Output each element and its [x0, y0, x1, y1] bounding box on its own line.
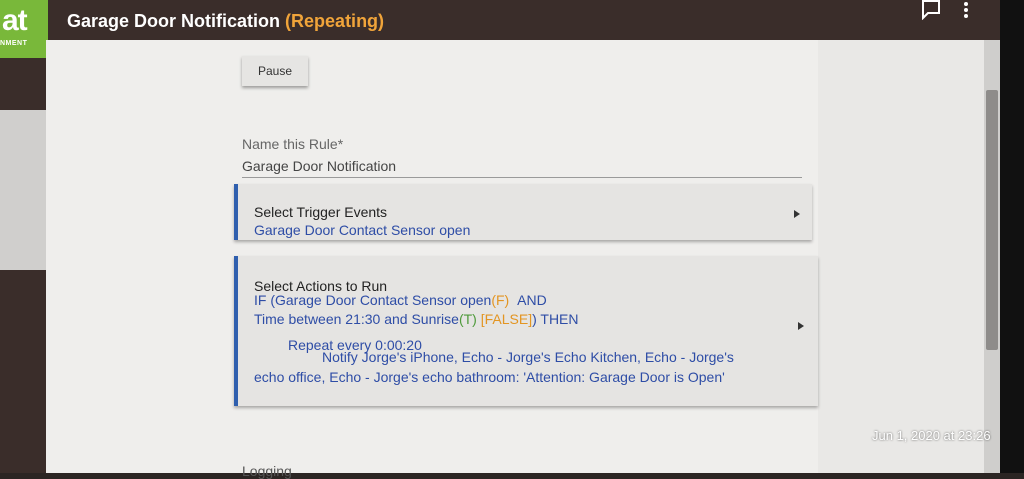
- rule-name-underline: [242, 177, 802, 178]
- rule-name-input[interactable]: Garage Door Notification: [242, 158, 396, 174]
- and-text: AND: [517, 292, 547, 308]
- trigger-events-card[interactable]: Select Trigger Events Garage Door Contac…: [234, 184, 812, 240]
- logo: at NMENT: [0, 0, 48, 58]
- logo-text: at: [2, 4, 28, 37]
- actions-line-notify: Notify Jorge's iPhone, Echo - Jorge's Ec…: [322, 349, 734, 365]
- scrollbar[interactable]: [984, 40, 1000, 473]
- rule-name-label: Name this Rule*: [242, 136, 344, 152]
- chevron-right-icon[interactable]: [798, 322, 804, 330]
- trigger-events-title: Select Trigger Events: [254, 204, 388, 220]
- comment-icon[interactable]: [920, 0, 942, 21]
- sidebar-panel: [0, 110, 46, 270]
- screen-edge: [1000, 0, 1024, 473]
- pause-button[interactable]: Pause: [242, 56, 308, 86]
- actions-card[interactable]: Select Actions to Run IF (Garage Door Co…: [234, 256, 818, 406]
- time-condition-text: Time between 21:30 and Sunrise: [254, 311, 459, 327]
- more-vert-icon[interactable]: [956, 0, 978, 20]
- logging-label: Logging: [242, 463, 292, 479]
- trigger-events-value: Garage Door Contact Sensor open: [254, 222, 471, 238]
- false-flag: (F): [491, 292, 510, 308]
- logo-subtext: NMENT: [0, 40, 28, 47]
- rule-name-title: Garage Door Notification: [67, 11, 281, 31]
- chevron-right-icon[interactable]: [794, 210, 800, 218]
- then-text: ) THEN: [532, 311, 579, 327]
- rule-status-tag: (Repeating): [285, 11, 385, 31]
- right-gutter: [818, 40, 984, 473]
- actions-line-if: IF (Garage Door Contact Sensor open(F) A…: [254, 292, 547, 308]
- photo-timestamp: Jun 1, 2020 at 23:26: [872, 428, 991, 443]
- false-status: [FALSE]: [480, 311, 533, 327]
- sidebar-edge: [0, 58, 46, 473]
- actions-line-notify-cont: echo office, Echo - Jorge's echo bathroo…: [254, 369, 725, 385]
- true-flag: (T): [458, 311, 477, 327]
- page-title: Garage Door Notification (Repeating): [67, 11, 384, 32]
- app-header: Garage Door Notification (Repeating): [0, 0, 1000, 44]
- scrollbar-thumb[interactable]: [986, 90, 998, 350]
- actions-line-time: Time between 21:30 and Sunrise(T) [FALSE…: [254, 311, 579, 327]
- if-condition-text: IF (Garage Door Contact Sensor open: [254, 292, 492, 308]
